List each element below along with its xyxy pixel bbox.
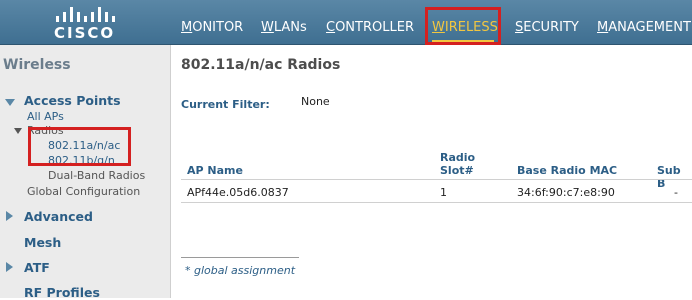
sidebar-item-access-points[interactable]: Access Points xyxy=(24,93,121,108)
cisco-logo[interactable]: CISCO xyxy=(40,2,130,42)
sidebar-item-atf[interactable]: ATF xyxy=(24,260,50,275)
expand-right-icon[interactable] xyxy=(6,211,13,221)
nav-monitor[interactable]: MONITOR xyxy=(181,20,243,35)
top-navigation-bar: CISCO MONITOR WLANs CONTROLLER WIRELESS … xyxy=(0,0,692,45)
wireless-highlight-box xyxy=(425,7,501,45)
column-header-base-radio-mac[interactable]: Base Radio MAC xyxy=(517,164,617,177)
cisco-wordmark: CISCO xyxy=(54,24,116,42)
nav-management[interactable]: MANAGEMENT xyxy=(597,20,691,35)
header-divider xyxy=(181,179,692,180)
nav-security[interactable]: SECURITY xyxy=(515,20,579,35)
sidebar-item-all-aps[interactable]: All APs xyxy=(27,110,64,123)
column-header-ap-name[interactable]: AP Name xyxy=(187,164,243,177)
nav-controller[interactable]: CONTROLLER xyxy=(326,20,414,35)
nav-wlans[interactable]: WLANs xyxy=(261,20,307,35)
sidebar-item-dual-band[interactable]: Dual-Band Radios xyxy=(48,169,145,182)
cisco-bars-icon xyxy=(54,4,118,22)
column-header-radio-slot-line1[interactable]: Radio xyxy=(440,151,475,164)
cell-ap-name[interactable]: APf44e.05d6.0837 xyxy=(187,186,289,199)
radios-highlight-box xyxy=(28,127,131,166)
expand-right-icon[interactable] xyxy=(6,262,13,272)
expand-down-icon[interactable] xyxy=(14,128,22,134)
footnote: * global assignment xyxy=(185,264,296,277)
cell-base-mac: 34:6f:90:c7:e8:90 xyxy=(517,186,615,199)
cell-sub-band: - xyxy=(674,186,678,199)
sidebar-item-mesh[interactable]: Mesh xyxy=(24,235,61,250)
sidebar-title: Wireless xyxy=(3,57,71,73)
sidebar-item-advanced[interactable]: Advanced xyxy=(24,209,93,224)
sidebar: Wireless Access Points All APs Radios 80… xyxy=(0,45,171,300)
row-divider xyxy=(181,202,692,203)
filter-value: None xyxy=(301,95,330,108)
page-title: 802.11a/n/ac Radios xyxy=(181,57,341,73)
cell-radio-slot: 1 xyxy=(440,186,447,199)
main-content: 802.11a/n/ac Radios Current Filter: None… xyxy=(172,45,692,298)
expand-down-icon[interactable] xyxy=(5,99,15,106)
filter-label: Current Filter: xyxy=(181,98,270,111)
footnote-divider xyxy=(181,257,299,258)
column-header-radio-slot-line2[interactable]: Slot# xyxy=(440,164,474,177)
sidebar-item-global-config[interactable]: Global Configuration xyxy=(27,185,140,198)
